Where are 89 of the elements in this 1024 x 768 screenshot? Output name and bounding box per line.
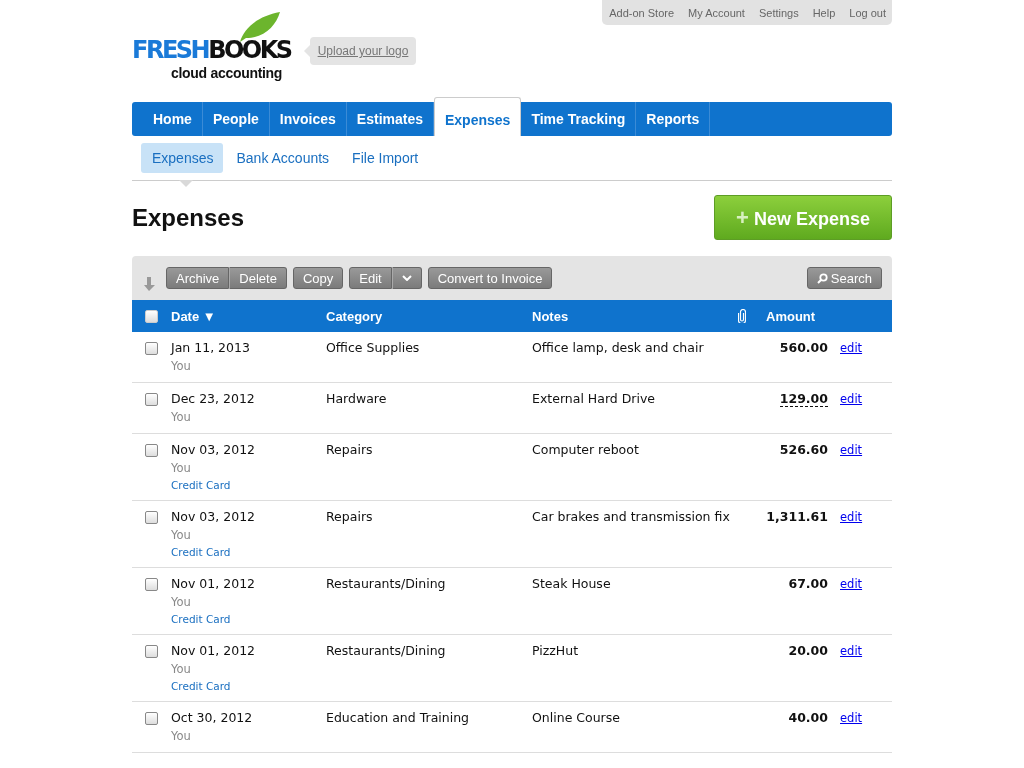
amount-cell: 129.00	[779, 391, 828, 407]
edit-link[interactable]: edit	[840, 510, 863, 524]
tab-pointer-icon	[179, 180, 193, 188]
nav-tab[interactable]: Home	[133, 102, 203, 136]
toolbar-button[interactable]: Copy	[292, 267, 344, 289]
dropdown-button[interactable]	[391, 267, 422, 289]
category-cell: Education and Training	[326, 710, 470, 725]
notes-cell: Online Course	[532, 710, 620, 725]
account-link[interactable]: Help	[812, 6, 836, 19]
callout-pointer-icon	[303, 45, 310, 57]
row-checkbox[interactable]	[145, 342, 158, 355]
nav-tab[interactable]: Invoices	[269, 102, 347, 136]
page-title: Expenses	[132, 203, 245, 232]
toolbar-button[interactable]: Archive	[166, 267, 230, 289]
expense-date: Nov 01, 2012	[171, 643, 256, 658]
category-cell: Restaurants/Dining	[326, 576, 446, 591]
amount-cell: 526.60	[779, 442, 828, 457]
nav-tab[interactable]: Reports	[636, 102, 711, 136]
arrow-down-icon	[144, 277, 156, 291]
amount-cell: 20.00	[788, 643, 828, 658]
toolbar-button[interactable]: Convert to Invoice	[427, 267, 553, 289]
column-header[interactable]: Category	[326, 308, 532, 324]
expense-date: Oct 30, 2012	[171, 710, 253, 725]
nav-tab[interactable]: Time Tracking	[521, 102, 637, 136]
category-cell: Office Supplies	[326, 340, 420, 355]
expense-date: Nov 03, 2012	[171, 509, 256, 524]
notes-cell: PizzHut	[532, 643, 579, 658]
sub-tab[interactable]: File Import	[341, 143, 429, 173]
amount-cell: 40.00	[788, 710, 828, 725]
author: You	[171, 461, 191, 475]
row-checkbox[interactable]	[145, 578, 158, 591]
payment-source-link[interactable]: Credit Card	[171, 479, 231, 491]
expense-date: Dec 23, 2012	[171, 391, 255, 406]
category-cell: Repairs	[326, 442, 373, 457]
author: You	[171, 528, 191, 542]
category-cell: Restaurants/Dining	[326, 643, 446, 658]
sub-tab[interactable]: Expenses	[141, 143, 224, 173]
author: You	[171, 595, 191, 609]
account-link[interactable]: My Account	[688, 6, 745, 19]
row-checkbox[interactable]	[145, 712, 158, 725]
column-header[interactable]: Amount	[760, 308, 834, 324]
edit-link[interactable]: edit	[840, 644, 863, 658]
column-header[interactable]: Notes	[532, 308, 738, 324]
account-link[interactable]: Log out	[849, 6, 886, 19]
category-cell: Hardware	[326, 391, 387, 406]
author: You	[171, 729, 191, 743]
expense-date: Jan 11, 2013	[171, 340, 250, 355]
notes-cell: External Hard Drive	[532, 391, 656, 406]
amount-cell: 1,311.61	[766, 509, 828, 524]
search-button[interactable]: Search	[806, 267, 882, 289]
account-link[interactable]: Add-on Store	[609, 6, 675, 19]
notes-cell: Steak House	[532, 576, 611, 591]
caret-icon	[401, 275, 412, 281]
nav-tab[interactable]: Expenses	[434, 97, 522, 136]
logo: FRESHBOOKS	[132, 35, 293, 65]
expense-date: Nov 03, 2012	[171, 442, 256, 457]
edit-link[interactable]: edit	[840, 711, 863, 725]
edit-link[interactable]: edit	[840, 341, 863, 355]
payment-source-link[interactable]: Credit Card	[171, 546, 231, 558]
notes-cell: Car brakes and transmission fix	[532, 509, 730, 524]
payment-source-link[interactable]: Credit Card	[171, 680, 231, 692]
upload-logo-link[interactable]: Upload your logo	[309, 37, 417, 65]
category-cell: Repairs	[326, 509, 373, 524]
payment-source-link[interactable]: Credit Card	[171, 613, 231, 625]
toolbar-button[interactable]: Edit	[349, 267, 392, 289]
sub-tab[interactable]: Bank Accounts	[225, 143, 340, 173]
author: You	[171, 662, 191, 676]
edit-link[interactable]: edit	[840, 392, 863, 406]
row-checkbox[interactable]	[145, 444, 158, 457]
edit-link[interactable]: edit	[840, 577, 863, 591]
column-header[interactable]: Date ▼	[171, 308, 326, 324]
amount-cell: 67.00	[788, 576, 828, 591]
notes-cell: Computer reboot	[532, 442, 639, 457]
account-link[interactable]: Settings	[758, 6, 799, 19]
author: You	[171, 359, 191, 373]
row-checkbox[interactable]	[145, 511, 158, 524]
expense-date: Nov 01, 2012	[171, 576, 256, 591]
paperclip-icon	[738, 309, 746, 323]
edit-link[interactable]: edit	[840, 443, 863, 457]
select-all-checkbox[interactable]	[145, 309, 158, 323]
notes-cell: Office lamp, desk and chair	[532, 340, 704, 355]
logo-tagline: cloud accounting	[170, 65, 284, 81]
amount-cell: 560.00	[779, 340, 828, 355]
row-checkbox[interactable]	[145, 645, 158, 658]
author: You	[171, 410, 191, 424]
nav-tab[interactable]: People	[202, 102, 270, 136]
search-icon	[816, 272, 828, 284]
row-checkbox[interactable]	[145, 393, 158, 406]
toolbar-button[interactable]: Delete	[229, 267, 287, 289]
